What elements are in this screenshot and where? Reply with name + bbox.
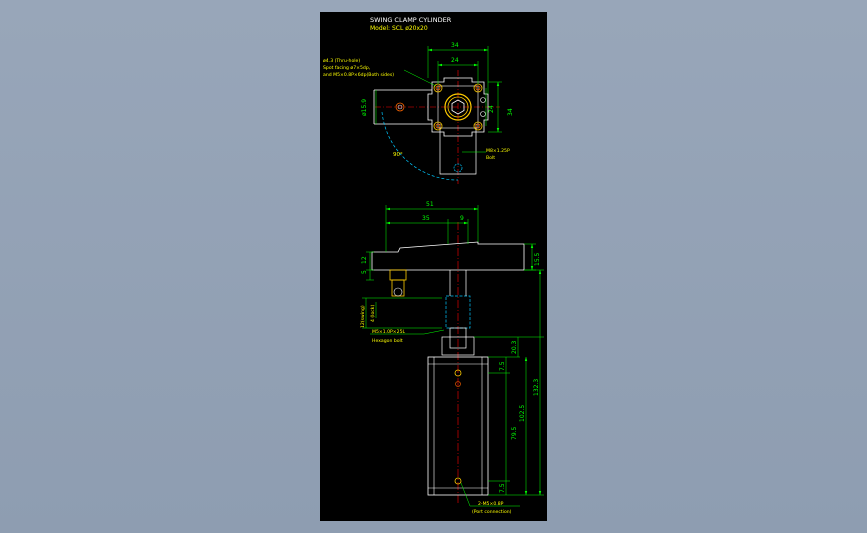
note-port-2: (Port connection) [472,509,512,515]
note-holes-3: and M5×0.8P×6dp(Both sides) [323,72,394,78]
dim-20-3: 20.3 [511,340,518,354]
note-hex-2: Hexagon bolt [372,338,403,344]
drawing-sheet: SWING CLAMP CYLINDER Model: SCL ø20x20 3… [320,12,547,521]
note-hex-1: M5×1.0P×25L [372,329,406,335]
drawing-model: Model: SCL ø20x20 [370,25,428,32]
dim-arm-left: 35 [422,215,430,222]
clamp-arm [371,241,525,271]
dim-132-3: 132.3 [533,379,540,396]
note-bolt-2: Bolt [486,155,495,161]
dim-gap-12: 12 [361,256,368,264]
dim-arm-length: 51 [426,201,434,208]
note-bolt-1: M8×1.25P [486,148,510,154]
cad-drawing: SWING CLAMP CYLINDER Model: SCL ø20x20 3… [323,16,544,515]
dim-outer-height: 34 [507,108,514,116]
holes-leader [403,69,437,87]
dim-arm-height: 15.5 [534,252,541,266]
dim-stroke-swing: 12(swing) [360,305,366,328]
dim-arm-right: 9 [460,215,464,222]
dim-7-5-top: 7.5 [499,361,506,371]
dim-stroke-lock: 4 (lock) [370,305,376,322]
side-view: 51 35 9 15.5 5 12 12(swing) 4 (lock) 20.… [360,201,544,515]
side-hole-1 [480,97,486,103]
swing-arc [381,111,459,181]
note-holes-1: ø4.3 (Thru-hole) [323,58,360,64]
dim-79-5: 79.5 [511,426,518,440]
dim-diameter: ø15.9 [361,99,368,116]
note-holes-2: Spot facing ø7×5dp, [323,65,371,71]
dim-gap-5: 5 [361,270,368,274]
dim-inner-height: 24 [488,105,495,113]
hex-bolt-head [389,269,407,281]
note-port-1: 2-M5×0.8P [478,501,504,507]
drawing-title: SWING CLAMP CYLINDER [370,16,452,24]
top-view: 34 24 34 24 ø15.9 90° ø4.3 (Thru-hole) S… [323,42,514,184]
hex-bolt-tip [393,287,403,297]
side-hole-2 [480,111,486,117]
dim-outer-width: 34 [451,42,459,49]
dim-102-5: 102.5 [519,405,526,422]
swing-angle: 90° [393,152,403,158]
dim-inner-width: 24 [451,57,459,64]
dim-7-5-bot: 7.5 [499,483,506,493]
